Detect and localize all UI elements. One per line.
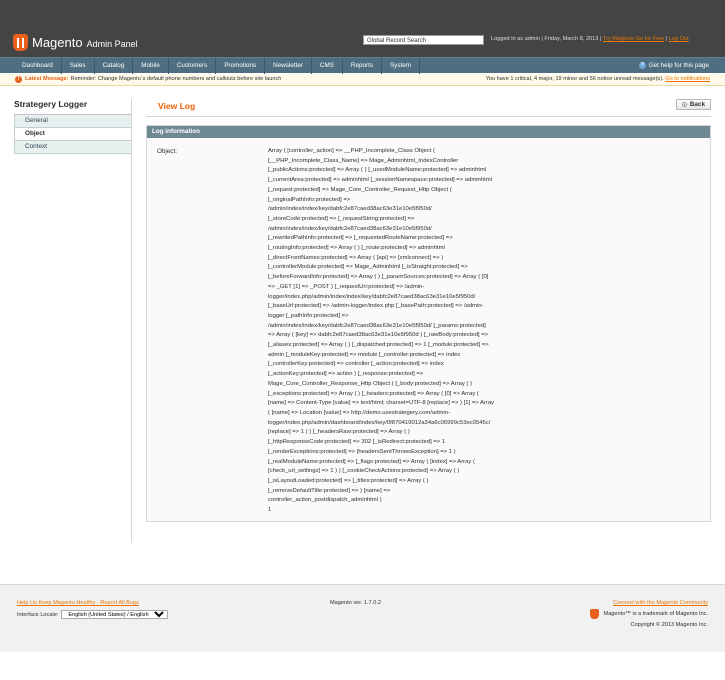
trademark-text: Magento™ is a trademark of Magento Inc.	[603, 611, 708, 617]
locale-label: Interface Locale:	[17, 611, 59, 618]
nav-item-customers[interactable]: Customers	[169, 58, 217, 74]
nav-item-newsletter[interactable]: Newsletter	[265, 58, 312, 74]
nav-item-cms[interactable]: CMS	[312, 58, 343, 74]
footer: Help Us Keep Magento Healthy - Report Al…	[0, 584, 725, 652]
page-title: View Log	[158, 101, 196, 111]
latest-message-text: Reminder: Change Magento`s default phone…	[70, 76, 282, 82]
separator: |	[541, 36, 543, 42]
logo-subtitle: Admin Panel	[86, 38, 138, 49]
help-icon: ?	[638, 62, 646, 69]
sidebar: Strategery Logger General Object Context	[14, 99, 132, 154]
nav-item-mobile[interactable]: Mobile	[133, 58, 169, 74]
object-value: Array ( [controller_action] => __PHP_Inc…	[268, 148, 495, 514]
nav-item-dashboard[interactable]: Dashboard	[14, 58, 62, 74]
content-header: View Log ‹ Back	[146, 99, 711, 117]
version-text: Magento ver. 1.7.0.2	[330, 600, 381, 606]
try-magento-go-link[interactable]: Try Magento Go for Free	[603, 36, 664, 42]
logo-text: Magento	[32, 35, 83, 50]
tab-object[interactable]: Object	[14, 128, 132, 141]
separator: |	[665, 36, 668, 42]
community-link[interactable]: Connect with the Magento Community	[613, 600, 708, 606]
tab-context[interactable]: Context	[14, 141, 132, 154]
help-label: Get help for this page	[648, 62, 709, 69]
main-nav: Dashboard Sales Catalog Mobile Customers Prom…	[0, 57, 725, 74]
unread-summary: You have 1 critical, 4 major, 19 minor a…	[485, 76, 664, 82]
warning-icon: !	[15, 76, 22, 83]
header: Magento Admin Panel Global Record Search…	[0, 0, 725, 57]
magento-logo-icon	[13, 34, 28, 51]
nav-item-reports[interactable]: Reports	[343, 58, 382, 74]
locale-select[interactable]: English (United States) / English	[61, 610, 169, 619]
back-arrow-icon: ‹	[681, 102, 687, 107]
go-to-notifications-link[interactable]: Go to notifications	[665, 76, 710, 82]
notification-bar: ! Latest Message: Reminder: Change Magen…	[0, 74, 725, 86]
logged-in-text: Logged in as admin	[491, 36, 540, 42]
back-button[interactable]: ‹ Back	[675, 99, 711, 110]
nav-item-promotions[interactable]: Promotions	[216, 58, 266, 74]
header-links: Logged in as admin | Friday, March 8, 20…	[491, 36, 689, 42]
logout-link[interactable]: Log Out	[669, 36, 689, 42]
report-bugs-link[interactable]: Help Us Keep Magento Healthy - Report Al…	[17, 600, 139, 606]
log-information-fieldset: Log information Object: Array ( [control…	[146, 125, 711, 522]
latest-message-label: Latest Message:	[25, 76, 69, 82]
separator: |	[599, 36, 602, 42]
magento-logo[interactable]: Magento Admin Panel	[13, 34, 138, 51]
nav-item-sales[interactable]: Sales	[62, 58, 95, 74]
fieldset-legend: Log information	[147, 126, 710, 138]
magento-footer-icon	[589, 609, 599, 619]
date-text: Friday, March 8, 2013	[544, 36, 599, 42]
nav-item-system[interactable]: System	[382, 58, 420, 74]
divider	[131, 99, 132, 543]
back-label: Back	[689, 101, 705, 108]
tab-general[interactable]: General	[14, 115, 132, 128]
object-label: Object:	[157, 148, 177, 155]
help-link[interactable]: ? Get help for this page	[638, 58, 709, 73]
nav-item-catalog[interactable]: Catalog	[95, 58, 134, 74]
global-search-input[interactable]: Global Record Search	[363, 35, 484, 45]
sidebar-title: Strategery Logger	[14, 99, 132, 115]
copyright-text: Copyright © 2013 Magento Inc.	[630, 622, 708, 628]
